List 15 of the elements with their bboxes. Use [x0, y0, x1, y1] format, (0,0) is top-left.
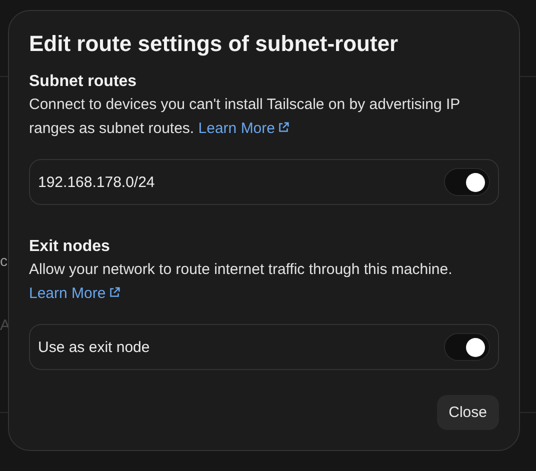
learn-more-link[interactable]: Learn More — [198, 120, 290, 137]
external-link-icon — [108, 286, 121, 299]
section-description: Connect to devices you can't install Tailscale on by advertising IP ranges as subnet routes. Learn More — [29, 95, 461, 139]
close-button[interactable]: Close — [436, 395, 499, 430]
section-heading: Subnet routes — [29, 72, 138, 92]
toggle-label: Use as exit node — [38, 338, 150, 356]
background-text: c — [0, 253, 8, 271]
toggle-label: 192.168.178.0/24 — [38, 174, 155, 190]
toggle-switch[interactable] — [444, 168, 490, 196]
external-link-icon — [277, 121, 290, 134]
section-description: Allow your network to route internet traffic through this machine. Learn More — [29, 260, 454, 304]
learn-more-link[interactable]: Learn More — [29, 285, 121, 302]
dialog-title: Edit route settings of subnet-router — [29, 30, 400, 58]
section-heading: Exit nodes — [29, 237, 111, 257]
toggle-switch[interactable] — [444, 333, 490, 361]
